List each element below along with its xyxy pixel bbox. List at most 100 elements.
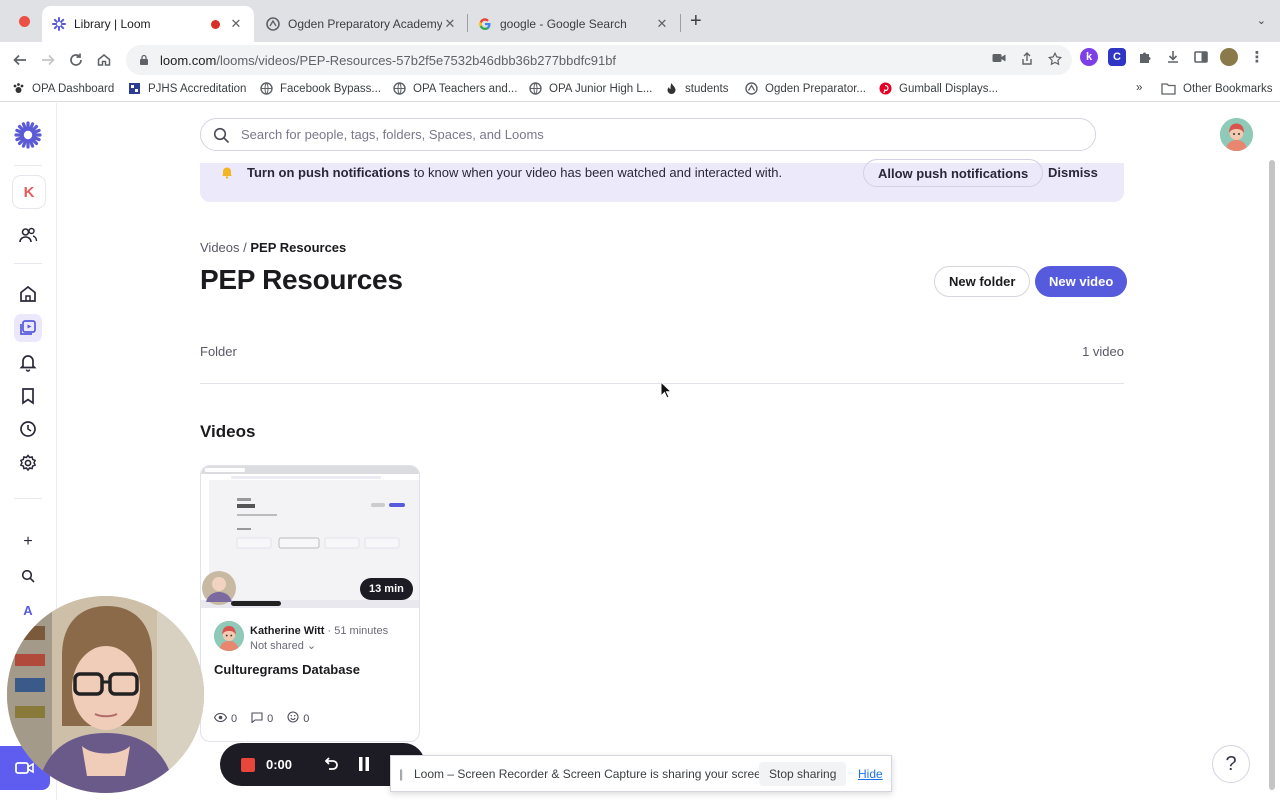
- videos-section-title: Videos: [200, 422, 256, 441]
- loom-icon: [52, 17, 66, 31]
- video-card[interactable]: 13 min Katherine Witt · 51 minutes Not s…: [200, 465, 420, 742]
- search-icon: [213, 127, 230, 147]
- avatar[interactable]: [1220, 118, 1253, 151]
- clock-icon[interactable]: [14, 415, 42, 443]
- scrollbar-thumb[interactable]: [1269, 160, 1275, 790]
- lock-icon: [138, 54, 150, 66]
- tab-loom-library[interactable]: Library | Loom ✕: [42, 6, 254, 42]
- close-icon[interactable]: ✕: [228, 16, 244, 32]
- browser-tab-bar: Library | Loom ✕ Ogden Preparatory Acade…: [0, 0, 1280, 42]
- bookmarks-bar: OPA Dashboard PJHS Accreditation Faceboo…: [0, 78, 1280, 102]
- url-path: /looms/videos/PEP-Resources-57b2f5e7532b…: [216, 52, 617, 68]
- avatar: [214, 621, 244, 651]
- rail-divider: [14, 165, 42, 166]
- bookmark-item[interactable]: students: [665, 82, 728, 95]
- stop-sharing-button[interactable]: Stop sharing: [759, 762, 847, 786]
- breadcrumb-separator: /: [243, 240, 247, 255]
- mouse-cursor-icon: [660, 380, 673, 404]
- other-bookmarks[interactable]: Other Bookmarks: [1161, 82, 1272, 95]
- url-host: loom.com: [160, 52, 217, 68]
- video-stats: 0 0 0: [213, 711, 309, 726]
- address-bar[interactable]: loom.com/looms/videos/PEP-Resources-57b2…: [126, 45, 1072, 75]
- breadcrumb-videos-link[interactable]: Videos: [200, 240, 240, 255]
- window-close-dot[interactable]: [19, 16, 30, 27]
- bookmark-label: students: [685, 82, 729, 95]
- comments-count: 0: [267, 712, 274, 725]
- pause-icon[interactable]: [358, 757, 370, 776]
- paw-icon: [12, 82, 25, 95]
- gear-icon[interactable]: [14, 449, 42, 477]
- bookmark-item[interactable]: Ogden Preparator...: [745, 82, 866, 95]
- library-icon[interactable]: [14, 314, 42, 342]
- tab-separator: [680, 14, 681, 32]
- reactions-stat: 0: [287, 711, 309, 726]
- video-title[interactable]: Culturegrams Database: [214, 662, 360, 677]
- webcam-bubble[interactable]: [7, 596, 204, 793]
- video-count: 1 video: [1082, 344, 1124, 359]
- bookmark-item[interactable]: OPA Dashboard: [12, 82, 114, 95]
- download-icon[interactable]: [1164, 48, 1182, 66]
- c-extension-icon[interactable]: C: [1108, 48, 1126, 66]
- bell-icon[interactable]: [14, 348, 42, 376]
- new-folder-button[interactable]: New folder: [934, 266, 1031, 297]
- allow-push-notifications-button[interactable]: Allow push notifications: [863, 159, 1044, 187]
- reload-icon[interactable]: [64, 48, 88, 72]
- profile-avatar[interactable]: [1220, 48, 1238, 66]
- bookmark-item[interactable]: PJHS Accreditation: [128, 82, 246, 95]
- globe-icon: [260, 82, 273, 95]
- bookmarks-overflow[interactable]: »: [1136, 82, 1142, 94]
- new-tab-button[interactable]: +: [690, 11, 702, 31]
- more-vert-icon[interactable]: ⋮: [1248, 48, 1266, 66]
- search-input[interactable]: Search for people, tags, folders, Spaces…: [200, 118, 1096, 151]
- opa-icon: [266, 17, 280, 31]
- home-icon[interactable]: [92, 48, 116, 72]
- undo-icon[interactable]: [323, 756, 339, 777]
- push-notification-banner: Turn on push notifications to know when …: [200, 159, 1124, 202]
- sharing-status-label: Not shared: [250, 640, 304, 652]
- k-extension-icon[interactable]: k: [1080, 48, 1098, 66]
- screen-share-notification: || Loom – Screen Recorder & Screen Captu…: [390, 755, 892, 792]
- hide-link[interactable]: Hide: [858, 767, 883, 781]
- sidepanel-icon[interactable]: [1192, 48, 1210, 66]
- sharing-status[interactable]: Not shared ⌄: [250, 639, 316, 652]
- stop-recording-button[interactable]: [241, 758, 255, 772]
- video-thumbnail[interactable]: 13 min: [201, 466, 419, 608]
- bookmark-item[interactable]: OPA Junior High L...: [529, 82, 652, 95]
- bookmark-item[interactable]: Gumball Displays...: [879, 82, 998, 95]
- close-icon[interactable]: ✕: [442, 16, 458, 32]
- bookmark-label: Other Bookmarks: [1183, 82, 1273, 95]
- pinterest-icon: [879, 82, 892, 95]
- members-icon[interactable]: [14, 221, 42, 249]
- home-icon[interactable]: [14, 280, 42, 308]
- views-count: 0: [231, 712, 238, 725]
- camera-icon[interactable]: [992, 52, 1006, 69]
- search-icon[interactable]: [14, 562, 42, 590]
- bookmark-icon[interactable]: [14, 382, 42, 410]
- scrollbar[interactable]: [1268, 160, 1276, 800]
- new-video-button[interactable]: New video: [1035, 266, 1128, 297]
- dismiss-button[interactable]: Dismiss: [1048, 165, 1098, 180]
- workspace-initial-a[interactable]: A: [14, 596, 42, 624]
- bookmark-item[interactable]: OPA Teachers and...: [393, 82, 517, 95]
- rail-divider: [14, 498, 42, 499]
- puzzle-icon[interactable]: [1136, 48, 1154, 66]
- bookmark-item[interactable]: Facebook Bypass...: [260, 82, 381, 95]
- drag-handle-icon[interactable]: ||: [399, 767, 403, 781]
- chevron-down-icon[interactable]: ⌄: [1257, 14, 1266, 27]
- add-button[interactable]: +: [14, 528, 42, 556]
- tab-opa[interactable]: Ogden Preparatory Academy - ✕: [256, 6, 468, 42]
- tab-title: Ogden Preparatory Academy -: [288, 17, 442, 31]
- folder-label: Folder: [200, 344, 237, 359]
- bookmark-label: OPA Teachers and...: [413, 82, 518, 95]
- opa-icon: [745, 82, 758, 95]
- loom-logo-icon[interactable]: [13, 120, 43, 150]
- share-icon[interactable]: [1020, 52, 1034, 69]
- tab-google[interactable]: google - Google Search ✕: [468, 6, 680, 42]
- close-icon[interactable]: ✕: [654, 16, 670, 32]
- reactions-count: 0: [303, 712, 310, 725]
- back-arrow-icon[interactable]: [8, 48, 32, 72]
- help-button[interactable]: ?: [1212, 745, 1250, 783]
- star-icon[interactable]: [1047, 51, 1063, 69]
- workspace-switcher[interactable]: K: [13, 176, 45, 208]
- forward-arrow-icon[interactable]: [36, 48, 60, 72]
